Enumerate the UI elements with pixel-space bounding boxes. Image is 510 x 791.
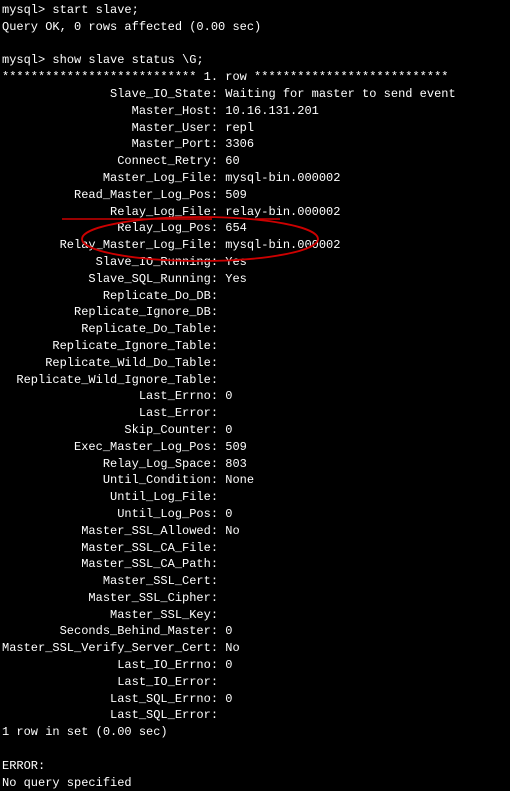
- status-field: Last_IO_Error:: [2, 674, 508, 691]
- status-field: Seconds_Behind_Master: 0: [2, 623, 508, 640]
- query-result: Query OK, 0 rows affected (0.00 sec): [2, 19, 508, 36]
- status-field: Master_User: repl: [2, 120, 508, 137]
- status-field: Master_Log_File: mysql-bin.000002: [2, 170, 508, 187]
- error-label: ERROR:: [2, 758, 508, 775]
- status-field: Until_Condition: None: [2, 472, 508, 489]
- status-field: Master_Host: 10.16.131.201: [2, 103, 508, 120]
- status-field: Read_Master_Log_Pos: 509: [2, 187, 508, 204]
- status-field: Replicate_Ignore_DB:: [2, 304, 508, 321]
- row-header: *************************** 1. row *****…: [2, 69, 508, 86]
- status-field: Last_SQL_Error:: [2, 707, 508, 724]
- status-field: Master_SSL_CA_File:: [2, 540, 508, 557]
- status-field: Replicate_Do_Table:: [2, 321, 508, 338]
- status-field: Relay_Master_Log_File: mysql-bin.000002: [2, 237, 508, 254]
- status-field: Connect_Retry: 60: [2, 153, 508, 170]
- command-line: mysql> show slave status \G;: [2, 52, 508, 69]
- error-message: No query specified: [2, 775, 508, 791]
- status-field: Master_SSL_Cert:: [2, 573, 508, 590]
- status-field: Relay_Log_Pos: 654: [2, 220, 508, 237]
- terminal-output: mysql> start slave; Query OK, 0 rows aff…: [2, 2, 508, 791]
- status-field: Master_SSL_Allowed: No: [2, 523, 508, 540]
- status-field: Last_Error:: [2, 405, 508, 422]
- status-field: Last_IO_Errno: 0: [2, 657, 508, 674]
- status-field: Master_SSL_Key:: [2, 607, 508, 624]
- status-fields: Slave_IO_State: Waiting for master to se…: [2, 86, 508, 724]
- status-field: Until_Log_File:: [2, 489, 508, 506]
- status-field: Master_SSL_CA_Path:: [2, 556, 508, 573]
- status-field: Skip_Counter: 0: [2, 422, 508, 439]
- status-field: Relay_Log_File: relay-bin.000002: [2, 204, 508, 221]
- blank-line: [2, 36, 508, 53]
- row-count: 1 row in set (0.00 sec): [2, 724, 508, 741]
- status-field: Last_Errno: 0: [2, 388, 508, 405]
- status-field: Master_SSL_Verify_Server_Cert: No: [2, 640, 508, 657]
- status-field: Master_SSL_Cipher:: [2, 590, 508, 607]
- blank-line: [2, 741, 508, 758]
- status-field: Last_SQL_Errno: 0: [2, 691, 508, 708]
- status-field: Replicate_Wild_Ignore_Table:: [2, 372, 508, 389]
- status-field: Slave_IO_Running: Yes: [2, 254, 508, 271]
- status-field: Master_Port: 3306: [2, 136, 508, 153]
- status-field: Relay_Log_Space: 803: [2, 456, 508, 473]
- status-field: Exec_Master_Log_Pos: 509: [2, 439, 508, 456]
- status-field: Slave_SQL_Running: Yes: [2, 271, 508, 288]
- status-field: Until_Log_Pos: 0: [2, 506, 508, 523]
- command-line: mysql> start slave;: [2, 2, 508, 19]
- status-field: Replicate_Ignore_Table:: [2, 338, 508, 355]
- status-field: Replicate_Wild_Do_Table:: [2, 355, 508, 372]
- status-field: Replicate_Do_DB:: [2, 288, 508, 305]
- status-field: Slave_IO_State: Waiting for master to se…: [2, 86, 508, 103]
